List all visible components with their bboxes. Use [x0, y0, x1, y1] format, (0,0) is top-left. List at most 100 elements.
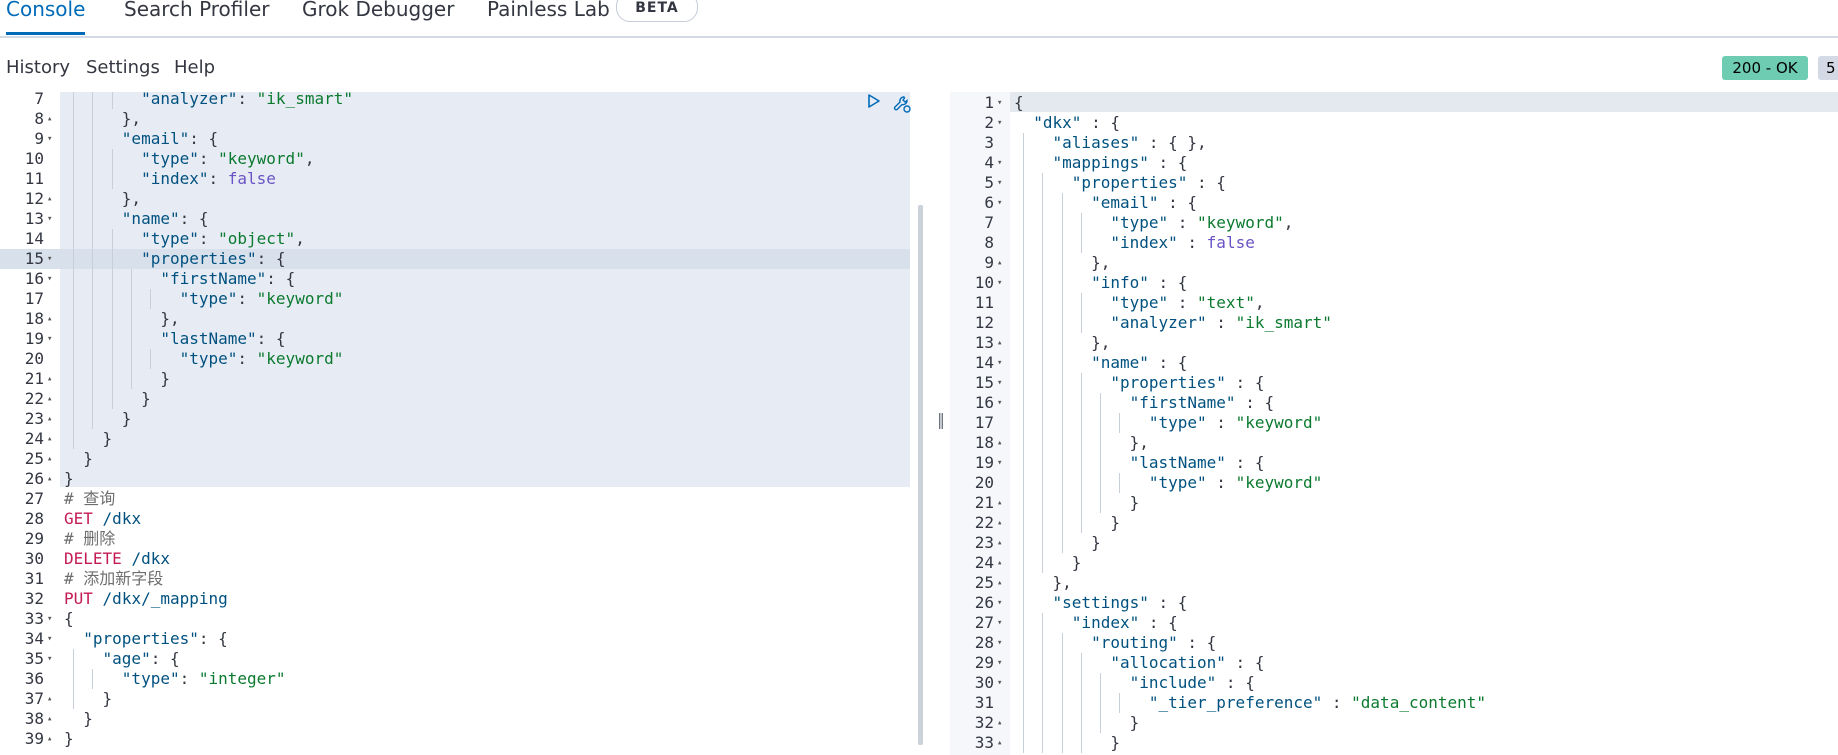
tab-console[interactable]: Console	[6, 0, 86, 35]
code-text: "include" : {	[1129, 673, 1255, 692]
fold-toggle-icon[interactable]: ▴	[47, 109, 52, 129]
fold-toggle-icon[interactable]: ▴	[997, 333, 1002, 353]
fold-toggle-icon[interactable]: ▾	[997, 193, 1002, 213]
fold-toggle-icon[interactable]: ▴	[47, 689, 52, 709]
fold-toggle-icon[interactable]: ▴	[47, 369, 52, 389]
fold-toggle-icon[interactable]: ▾	[997, 273, 1002, 293]
fold-toggle-icon[interactable]: ▾	[997, 633, 1002, 653]
code-text: "name": {	[121, 209, 209, 228]
fold-toggle-icon[interactable]: ▾	[997, 673, 1002, 693]
code-text: },	[64, 189, 142, 208]
play-icon[interactable]	[866, 93, 882, 109]
fold-toggle-icon[interactable]: ▴	[47, 389, 52, 409]
fold-toggle-icon[interactable]: ▾	[47, 629, 52, 649]
line-number: 24	[24, 429, 44, 448]
fold-toggle-icon[interactable]: ▴	[997, 513, 1002, 533]
code-text: }	[1014, 533, 1101, 552]
tab-search-profiler[interactable]: Search Profiler	[124, 0, 269, 32]
fold-toggle-icon[interactable]: ▴	[47, 469, 52, 489]
code-text: },	[64, 309, 180, 328]
line-number: 33	[24, 609, 44, 628]
line-number: 6	[984, 193, 994, 212]
request-editor[interactable]: 7 "analyzer": "ik_smart" 8 ▴ }, 9 ▾ "email":…	[0, 92, 910, 755]
code-text: }	[64, 369, 170, 388]
fold-toggle-icon[interactable]: ▴	[997, 533, 1002, 553]
fold-toggle-icon[interactable]: ▾	[47, 609, 52, 629]
help-button[interactable]: Help	[174, 57, 215, 78]
fold-toggle-icon[interactable]: ▾	[47, 649, 52, 669]
fold-toggle-icon[interactable]: ▾	[47, 269, 52, 289]
fold-toggle-icon[interactable]: ▾	[997, 93, 1002, 113]
fold-toggle-icon[interactable]: ▴	[997, 733, 1002, 753]
fold-toggle-icon[interactable]: ▾	[997, 393, 1002, 413]
line-number: 20	[974, 473, 994, 492]
line-number: 18	[974, 433, 994, 452]
code-text: },	[64, 109, 142, 128]
code-text: }	[64, 689, 113, 708]
code-text: "type": "keyword",	[141, 149, 315, 168]
fold-toggle-icon[interactable]: ▾	[997, 353, 1002, 373]
line-number: 19	[24, 329, 44, 348]
fold-toggle-icon[interactable]: ▾	[997, 593, 1002, 613]
fold-toggle-icon[interactable]: ▴	[47, 309, 52, 329]
line-number: 9	[34, 129, 44, 148]
line-number: 32	[24, 589, 44, 608]
line-number: 16	[24, 269, 44, 288]
tab-grok-debugger[interactable]: Grok Debugger	[302, 0, 454, 32]
fold-toggle-icon[interactable]: ▾	[997, 173, 1002, 193]
fold-toggle-icon[interactable]: ▾	[47, 329, 52, 349]
code-text: }	[64, 389, 151, 408]
code-text: "_tier_preference" : "data_content"	[1148, 693, 1487, 712]
tab-painless-lab[interactable]: Painless Lab	[487, 0, 610, 32]
fold-toggle-icon[interactable]: ▴	[997, 553, 1002, 573]
code-text: "type" : "text",	[1110, 293, 1265, 312]
code-text: "type" : "keyword"	[1148, 413, 1323, 432]
line-number: 34	[24, 629, 44, 648]
code-text: "type" : "keyword"	[1148, 473, 1323, 492]
fold-toggle-icon[interactable]: ▾	[997, 113, 1002, 133]
fold-toggle-icon[interactable]: ▾	[47, 129, 52, 149]
line-number: 13	[24, 209, 44, 228]
code-text: }	[1014, 713, 1140, 732]
fold-toggle-icon[interactable]: ▴	[47, 189, 52, 209]
fold-toggle-icon[interactable]: ▾	[997, 453, 1002, 473]
fold-toggle-icon[interactable]: ▴	[47, 429, 52, 449]
resize-grip-icon[interactable]: ‖	[937, 410, 945, 429]
request-scrollbar[interactable]	[918, 205, 923, 745]
code-text: "properties" : {	[1110, 373, 1265, 392]
fold-toggle-icon[interactable]: ▴	[47, 709, 52, 729]
line-number: 28	[974, 633, 994, 652]
line-number: 17	[24, 289, 44, 308]
code-text: },	[1014, 433, 1149, 452]
fold-toggle-icon[interactable]: ▴	[997, 253, 1002, 273]
line-number: 37	[24, 689, 44, 708]
fold-toggle-icon[interactable]: ▴	[997, 573, 1002, 593]
history-button[interactable]: History	[6, 57, 70, 78]
line-number: 14	[974, 353, 994, 372]
fold-toggle-icon[interactable]: ▾	[47, 209, 52, 229]
app-tabs: Console Search Profiler Grok Debugger Pa…	[0, 0, 1838, 38]
line-number: 25	[24, 449, 44, 468]
code-text: "firstName": {	[160, 269, 296, 288]
code-text: "routing" : {	[1091, 633, 1217, 652]
fold-toggle-icon[interactable]: ▾	[47, 249, 52, 269]
line-number: 39	[24, 729, 44, 748]
fold-toggle-icon[interactable]: ▾	[997, 153, 1002, 173]
line-number: 13	[974, 333, 994, 352]
fold-toggle-icon[interactable]: ▴	[997, 713, 1002, 733]
line-number: 38	[24, 709, 44, 728]
line-number: 8	[984, 233, 994, 252]
fold-toggle-icon[interactable]: ▾	[997, 373, 1002, 393]
fold-toggle-icon[interactable]: ▴	[47, 409, 52, 429]
fold-toggle-icon[interactable]: ▴	[47, 449, 52, 469]
fold-toggle-icon[interactable]: ▴	[997, 433, 1002, 453]
settings-button[interactable]: Settings	[86, 57, 160, 78]
response-current-line	[1010, 92, 1838, 112]
fold-toggle-icon[interactable]: ▾	[997, 613, 1002, 633]
wrench-icon[interactable]	[892, 94, 912, 114]
fold-toggle-icon[interactable]: ▾	[997, 653, 1002, 673]
code-text: "firstName" : {	[1129, 393, 1275, 412]
code-text: },	[1014, 333, 1111, 352]
fold-toggle-icon[interactable]: ▴	[47, 729, 52, 749]
fold-toggle-icon[interactable]: ▴	[997, 493, 1002, 513]
